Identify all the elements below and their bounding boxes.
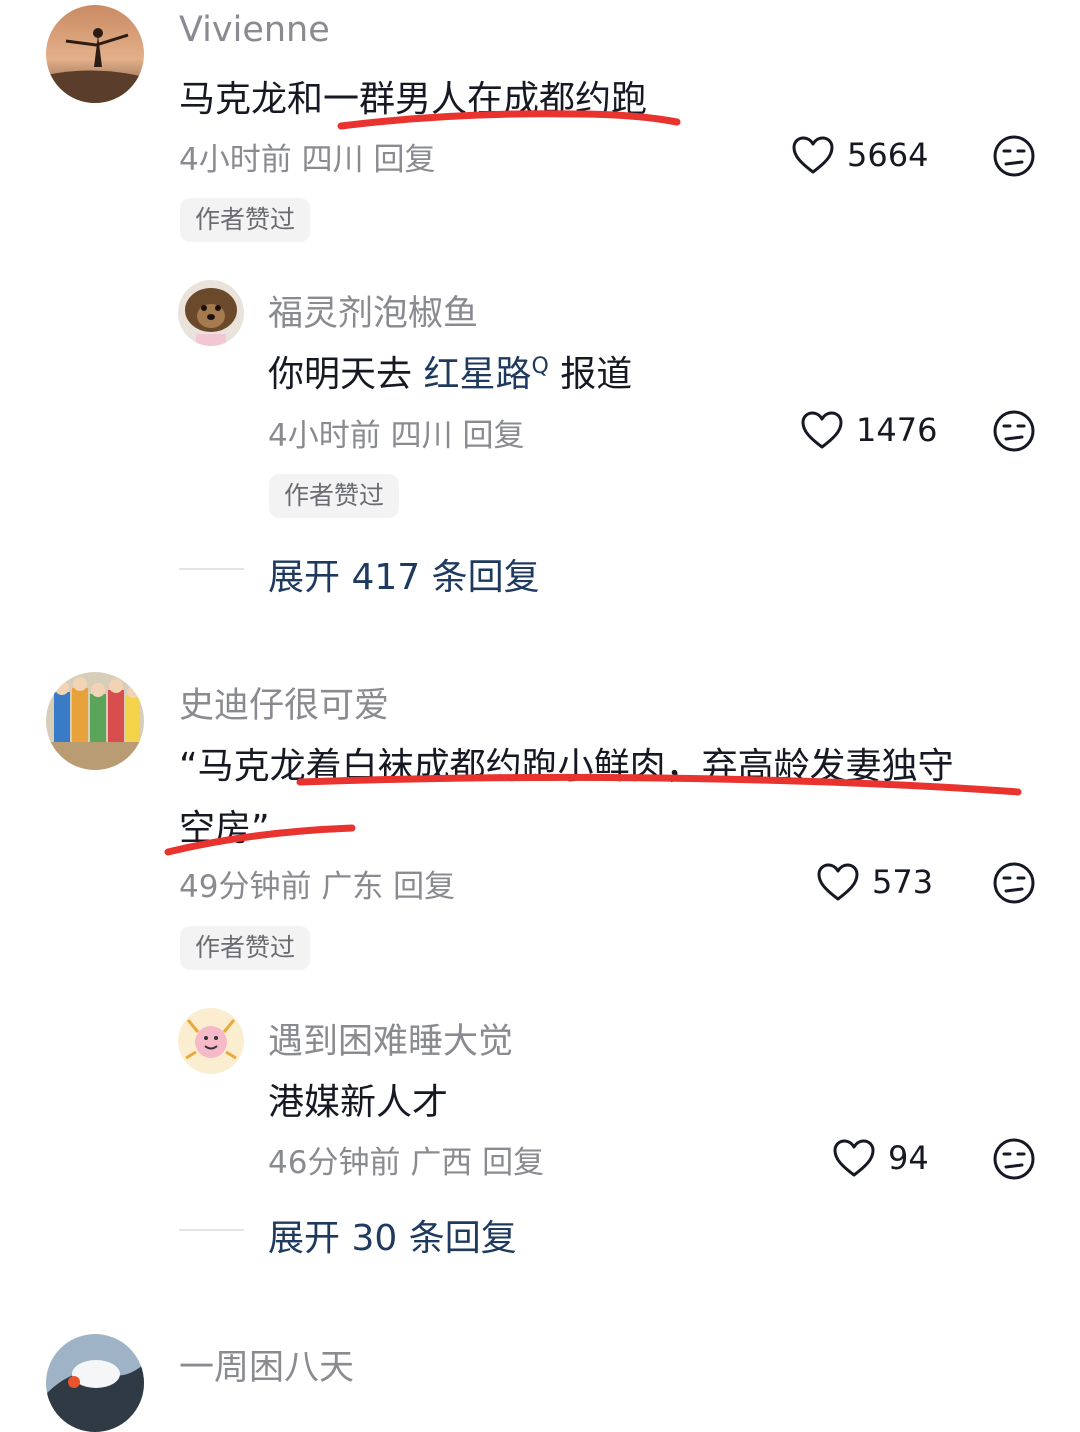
heart-outline-icon [833, 1139, 875, 1177]
divider [179, 568, 244, 570]
heart-outline-icon [801, 411, 843, 449]
like-count: 5664 [847, 136, 929, 174]
comment-username[interactable]: 史迪仔很可爱 [179, 677, 389, 728]
avatar-image [178, 280, 244, 346]
unhappy-face-icon[interactable] [993, 410, 1035, 452]
avatar[interactable] [178, 1008, 244, 1074]
avatar[interactable] [46, 672, 144, 770]
avatar[interactable] [178, 280, 244, 346]
unhappy-face-icon[interactable] [993, 1138, 1035, 1180]
avatar[interactable] [46, 5, 144, 103]
reply-location: 广西 [410, 1145, 473, 1181]
comment-time: 4小时前 [179, 142, 292, 178]
reply-text: 港媒新人才 [268, 1082, 449, 1123]
avatar-image [178, 1008, 244, 1074]
reply-meta: 46分钟前 广西 回复 [268, 1137, 544, 1182]
search-link[interactable]: 红星路 [423, 354, 531, 395]
unhappy-face-icon[interactable] [993, 135, 1035, 177]
like-button[interactable]: 94 [832, 1133, 929, 1183]
comment-meta: 4小时前 四川 回复 [179, 134, 435, 179]
comment-username[interactable]: 一周困八天 [179, 1339, 354, 1390]
comment-location: 四川 [301, 142, 364, 178]
divider [179, 1229, 244, 1231]
like-button[interactable]: 573 [816, 857, 933, 907]
reply-time: 46分钟前 [268, 1145, 401, 1181]
avatar-image [46, 672, 144, 770]
avatar-image [46, 1334, 144, 1432]
reply-meta: 4小时前 四川 回复 [268, 410, 524, 455]
like-count: 573 [872, 863, 934, 901]
reply-location: 四川 [390, 418, 453, 454]
heart-outline-icon [792, 136, 834, 174]
reply-text-part: 你明天去 [268, 354, 424, 395]
author-liked-badge: 作者赞过 [180, 198, 311, 242]
comment-meta: 49分钟前 广东 回复 [179, 861, 455, 906]
like-count: 1476 [856, 411, 938, 449]
reply-button[interactable]: 回复 [373, 142, 435, 178]
comment-text-line-2: 空房” [179, 808, 270, 849]
reply-text: 你明天去 红星路Ԛ 报道 [268, 345, 632, 397]
unhappy-face-icon[interactable] [993, 862, 1035, 904]
expand-replies-button[interactable]: 展开 30 条回复 [268, 1209, 517, 1261]
reply-button[interactable]: 回复 [462, 418, 524, 454]
reply-text-part: 报道 [548, 354, 633, 395]
reply-username[interactable]: 福灵剂泡椒鱼 [268, 285, 478, 336]
comment-text: 马克龙和一群男人在成都约跑 [179, 79, 648, 120]
heart-outline-icon [817, 863, 859, 901]
comment-text-line-1: “马克龙着白袜成都约跑小鲜肉，弃高龄发妻独守 [179, 746, 954, 787]
comment-location: 广东 [321, 869, 384, 905]
like-button[interactable]: 5664 [791, 130, 928, 180]
comment-username[interactable]: Vivienne [179, 10, 330, 50]
expand-replies-button[interactable]: 展开 417 条回复 [268, 548, 540, 600]
author-liked-badge: 作者赞过 [269, 474, 400, 518]
author-liked-badge: 作者赞过 [180, 926, 311, 970]
reply-button[interactable]: 回复 [482, 1145, 544, 1181]
avatar[interactable] [46, 1334, 144, 1432]
reply-time: 4小时前 [268, 418, 381, 454]
search-icon[interactable]: Ԛ [531, 354, 548, 379]
comment-time: 49分钟前 [179, 869, 312, 905]
avatar-image [46, 5, 144, 103]
like-count: 94 [888, 1139, 929, 1177]
reply-button[interactable]: 回复 [393, 869, 455, 905]
reply-username[interactable]: 遇到困难睡大觉 [268, 1013, 513, 1064]
like-button[interactable]: 1476 [800, 405, 937, 455]
